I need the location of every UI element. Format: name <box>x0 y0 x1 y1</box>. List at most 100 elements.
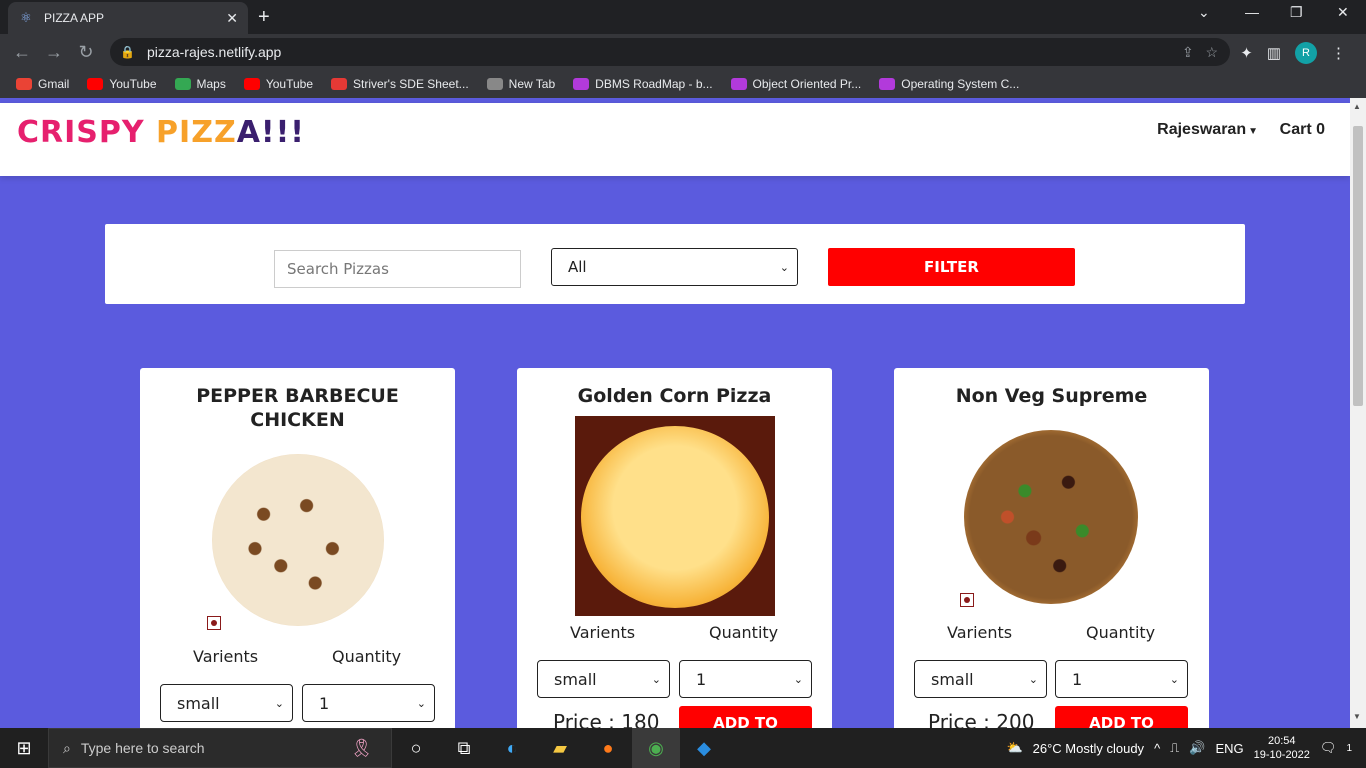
user-name: Rajeswaran <box>1157 121 1247 138</box>
volume-icon[interactable]: 🔊 <box>1189 740 1205 756</box>
chevron-down-icon: ⌄ <box>779 260 789 274</box>
taskbar-search-placeholder: Type here to search <box>80 740 205 756</box>
edge-icon[interactable]: ◐ <box>488 728 536 768</box>
chevron-down-icon: ⌄ <box>416 696 426 710</box>
variants-label: Varients <box>947 623 1013 642</box>
add-to-cart-button[interactable]: ADD TO <box>679 706 812 728</box>
scrollbar-thumb[interactable] <box>1353 126 1363 406</box>
page-scrollbar[interactable]: ▲ ▼ <box>1350 98 1366 728</box>
pizza-card: Non Veg Supreme Varients Quantity small ⌄… <box>894 368 1209 728</box>
bookmark-item[interactable]: DBMS RoadMap - b... <box>573 77 713 91</box>
search-input[interactable]: Search Pizzas <box>274 250 521 288</box>
quantity-select[interactable]: 1 ⌄ <box>679 660 812 698</box>
bookmark-favicon-icon <box>16 78 32 90</box>
quantity-value: 1 <box>1072 669 1083 689</box>
firefox-icon[interactable]: ● <box>584 728 632 768</box>
notification-count: 1 <box>1346 742 1352 754</box>
react-icon: ⚛ <box>20 10 32 25</box>
reload-icon[interactable]: ↻ <box>70 42 102 63</box>
cart-link[interactable]: Cart 0 <box>1280 121 1325 139</box>
chevron-down-icon: ⌄ <box>1169 672 1179 686</box>
chrome-icon[interactable]: ◉ <box>632 728 680 768</box>
bookmark-item[interactable]: New Tab <box>486 77 555 91</box>
vscode-icon[interactable]: ◆ <box>680 728 728 768</box>
bookmark-item[interactable]: YouTube <box>87 77 157 91</box>
tab-search-icon[interactable]: ⌄ <box>1198 4 1210 21</box>
address-bar[interactable]: 🔒 pizza-rajes.netlify.app ⇪ ☆ <box>110 38 1230 66</box>
extensions-icon[interactable]: ✦ <box>1240 44 1253 62</box>
variant-select[interactable]: small ⌄ <box>914 660 1047 698</box>
bookmarks-bar: Gmail YouTube Maps YouTube Striver's SDE She… <box>0 70 1366 98</box>
category-select[interactable]: All ⌄ <box>551 248 798 286</box>
pizza-name-line: PEPPER BARBECUE <box>196 385 399 407</box>
bookmark-item[interactable]: Operating System C... <box>879 77 1019 91</box>
filter-button[interactable]: FILTER <box>828 248 1075 286</box>
restore-icon[interactable]: ❐ <box>1290 4 1303 21</box>
user-dropdown[interactable]: Rajeswaran ▼ <box>1157 121 1258 139</box>
bookmark-label: Maps <box>196 77 226 91</box>
quantity-value: 1 <box>696 669 707 689</box>
bookmark-item[interactable]: Gmail <box>16 77 69 91</box>
bookmark-label: Gmail <box>38 77 70 91</box>
pizza-image <box>964 430 1138 604</box>
file-explorer-icon[interactable]: ▰ <box>536 728 584 768</box>
cortana-icon[interactable]: ○ <box>392 728 440 768</box>
bookmark-item[interactable]: Striver's SDE Sheet... <box>331 77 469 91</box>
notification-icon[interactable]: 🗨 <box>1320 740 1337 756</box>
pizza-card: Golden Corn Pizza Varients Quantity smal… <box>517 368 832 728</box>
clock[interactable]: 20:54 19-10-2022 <box>1254 734 1310 762</box>
quantity-value: 1 <box>319 693 330 713</box>
variant-select[interactable]: small ⌄ <box>537 660 670 698</box>
chevron-down-icon: ⌄ <box>651 672 661 686</box>
side-panel-icon[interactable]: ▥ <box>1267 44 1281 62</box>
chevron-down-icon: ⌄ <box>1028 672 1038 686</box>
pizza-card: PEPPER BARBECUE CHICKEN Varients Quantit… <box>140 368 455 728</box>
lock-icon: 🔒 <box>120 45 135 59</box>
bookmark-label: Operating System C... <box>901 77 1020 91</box>
task-view-icon[interactable]: ⧉ <box>440 728 488 768</box>
profile-avatar[interactable]: R <box>1295 42 1317 64</box>
brand-logo[interactable]: CRISPY PIZZA!!! <box>17 115 305 150</box>
bookmark-label: Object Oriented Pr... <box>752 77 862 91</box>
quantity-label: Quantity <box>709 623 779 642</box>
tab-strip: ⚛ PIZZA APP ✕ + ⌄ — ❐ ✕ <box>0 0 1366 34</box>
brand-part: A!!! <box>236 115 305 150</box>
variant-value: small <box>177 693 220 713</box>
bookmark-item[interactable]: YouTube <box>243 77 313 91</box>
weather-text[interactable]: 26°C Mostly cloudy <box>1033 741 1144 756</box>
language-indicator[interactable]: ENG <box>1215 741 1243 756</box>
pizza-name-line: CHICKEN <box>250 409 345 431</box>
scroll-down-icon[interactable]: ▼ <box>1353 712 1361 721</box>
price-text: Price : 200 <box>928 710 1035 728</box>
bookmark-favicon-icon <box>573 78 590 90</box>
page-viewport: CRISPY PIZZA!!! Rajeswaran ▼ Cart 0 Searc… <box>0 98 1366 728</box>
bookmark-item[interactable]: Object Oriented Pr... <box>730 77 862 91</box>
back-icon[interactable]: ← <box>6 42 38 63</box>
bookmark-star-icon[interactable]: ⇪ ☆ <box>1182 44 1218 61</box>
forward-icon[interactable]: → <box>38 42 70 63</box>
brand-part: CRISPY <box>17 115 157 150</box>
minimize-icon[interactable]: — <box>1245 4 1259 20</box>
variant-select[interactable]: small ⌄ <box>160 684 293 722</box>
taskbar-search-input[interactable]: ⌕ Type here to search 🎗 <box>48 728 392 768</box>
quantity-select[interactable]: 1 ⌄ <box>302 684 435 722</box>
quantity-select[interactable]: 1 ⌄ <box>1055 660 1188 698</box>
network-icon[interactable]: ⎍ <box>1170 740 1179 756</box>
tray-chevron-icon[interactable]: ^ <box>1154 741 1160 756</box>
close-tab-icon[interactable]: ✕ <box>226 10 238 27</box>
window-close-icon[interactable]: ✕ <box>1337 4 1349 21</box>
weather-icon: ⛅ <box>1006 740 1023 755</box>
ribbon-icon: 🎗 <box>350 737 373 758</box>
bookmark-item[interactable]: Maps <box>174 77 226 91</box>
add-to-cart-button[interactable]: ADD TO <box>1055 706 1188 728</box>
windows-start-icon[interactable]: ⊞ <box>0 728 48 768</box>
scroll-up-icon[interactable]: ▲ <box>1353 102 1361 111</box>
caret-down-icon: ▼ <box>1248 126 1258 137</box>
menu-icon[interactable]: ⋮ <box>1331 44 1346 62</box>
pizza-image <box>575 416 775 616</box>
new-tab-button[interactable]: + <box>258 6 270 29</box>
bookmark-favicon-icon <box>486 78 503 90</box>
windows-taskbar: ⊞ ⌕ Type here to search 🎗 ○ ⧉ ◐ ▰ ● ◉ ◆ … <box>0 728 1366 768</box>
bookmark-favicon-icon <box>87 78 104 90</box>
browser-tab[interactable]: ⚛ PIZZA APP ✕ <box>8 2 248 34</box>
